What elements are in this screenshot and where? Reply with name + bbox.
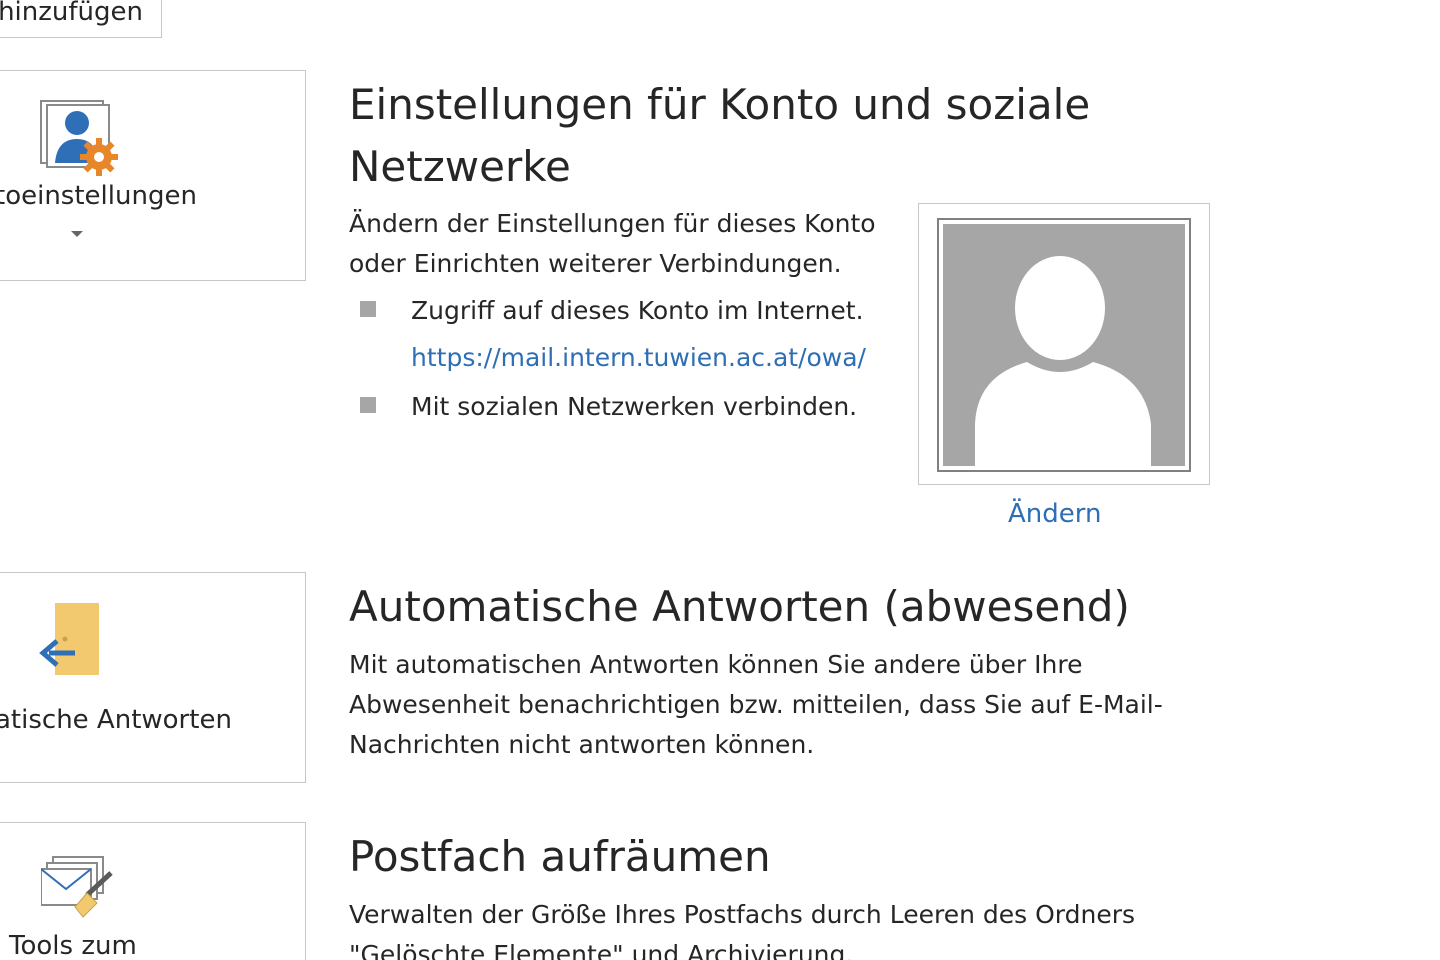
cleanup-description: Verwalten der Größe Ihres Postfachs durc… [349,900,1136,960]
auto-reply-title: Automatische Antworten (abwesend) [349,582,1130,631]
profile-photo-frame[interactable] [918,203,1210,485]
auto-reply-label: atische Antworten [0,705,232,735]
add-account-button[interactable]: hinzufügen [0,0,162,38]
account-settings-label: toeinstellungen [0,181,197,211]
auto-reply-description: Mit automatischen Antworten können Sie a… [349,650,1163,759]
bullet-social-networks: Mit sozialen Netzwerken verbinden. [411,392,858,421]
auto-reply-tile[interactable]: atische Antworten [0,572,306,783]
cleanup-title: Postfach aufräumen [349,832,771,881]
account-settings-title: Einstellungen für Konto und soziale [349,80,1091,129]
account-settings-tile[interactable]: toeinstellungen [0,70,306,281]
cleanup-tile[interactable]: Tools zum [0,822,306,960]
web-access-link-row: https://mail.intern.tuwien.ac.at/owa/ [411,338,866,378]
chevron-down-icon[interactable] [71,231,83,237]
owa-link[interactable]: https://mail.intern.tuwien.ac.at/owa/ [411,343,866,372]
cleanup-tools-icon [40,855,121,929]
bullet-marker [360,301,376,317]
account-settings-icon [39,99,119,183]
change-photo-link[interactable]: Ändern [1008,494,1101,534]
account-settings-description: Ändern der Einstellungen für dieses Kont… [349,209,876,278]
bullet-web-access: Zugriff auf dieses Konto im Internet. [411,296,864,325]
out-of-office-icon [35,601,105,685]
account-settings-title-line2: Netzwerke [349,142,571,191]
add-account-label: hinzufügen [0,0,143,27]
cleanup-label: Tools zum [9,931,137,960]
profile-photo [937,218,1191,472]
backstage-info-page: hinzufügen toeinstellungen Einstellungen… [0,0,1440,960]
bullet-marker [360,397,376,413]
person-placeholder-icon [943,224,1185,466]
